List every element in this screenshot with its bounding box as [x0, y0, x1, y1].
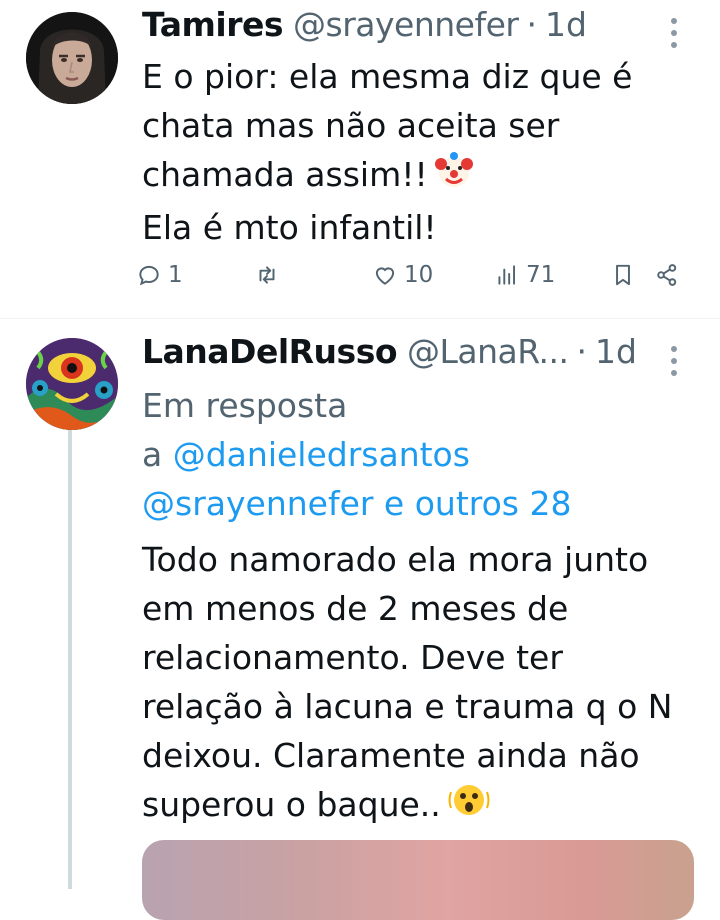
like-count: 10	[404, 262, 434, 288]
tweet-text-line: chata mas não aceita ser	[142, 106, 560, 145]
tweet-header: Tamires @srayennefer · 1d	[142, 5, 587, 44]
more-dot	[671, 30, 677, 36]
tweet-text-fragment: chamada assim!!	[142, 155, 428, 194]
separator-dot: ·	[576, 332, 587, 371]
tweet-text-fragment: superou o baque..	[142, 785, 441, 824]
retweet-icon	[259, 266, 275, 284]
username[interactable]: @LanaR...	[407, 332, 569, 371]
like-button[interactable]: 10	[372, 262, 433, 288]
bookmark-icon	[616, 264, 630, 286]
more-dot	[671, 358, 677, 364]
tweet-text: Todo namorado ela mora junto em menos de…	[142, 535, 702, 833]
reply-line: a @danieledrsantos	[142, 430, 571, 479]
more-options-button[interactable]	[670, 346, 678, 376]
views-bar-chart-icon	[498, 265, 516, 285]
tweet-text-line: relacionamento. Deve ter	[142, 638, 563, 677]
more-dot	[671, 346, 677, 352]
separator-dot: ·	[526, 5, 537, 44]
tweet-text: E o pior: ela mesma diz que é chata mas …	[142, 52, 702, 252]
timestamp[interactable]: 1d	[595, 332, 637, 371]
tweet-text-line: relação à lacuna e trauma q o N	[142, 687, 673, 726]
avatar[interactable]	[26, 338, 118, 430]
mention-link[interactable]: @srayennefer e outros 28	[142, 479, 571, 528]
tweet-media-image[interactable]	[142, 840, 694, 920]
retweet-button[interactable]	[254, 262, 286, 288]
more-options-button[interactable]	[670, 18, 678, 48]
tweet-text-line: chamada assim!!	[142, 150, 702, 203]
reply-prefix: Em resposta	[142, 386, 348, 425]
share-icon	[657, 264, 677, 286]
mention-link[interactable]: @danieledrsantos	[173, 435, 470, 474]
bookmark-button[interactable]	[610, 262, 636, 288]
replying-to: Em resposta a @danieledrsantos @srayenne…	[142, 381, 571, 528]
reply-count: 1	[168, 262, 183, 288]
tweet-text-line: superou o baque..	[142, 780, 702, 833]
tweet-text-line: E o pior: ela mesma diz que é	[142, 57, 633, 96]
reply-button[interactable]: 1	[136, 262, 183, 288]
heart-icon	[375, 267, 395, 285]
thread-connector	[68, 430, 72, 889]
more-dot	[671, 370, 677, 376]
view-count: 71	[526, 262, 556, 288]
woman-portrait-icon	[26, 12, 118, 104]
tweet-text-line: Ela é mto infantil!	[142, 208, 437, 247]
tweet-divider	[0, 318, 720, 319]
psychedelic-art-icon	[26, 338, 118, 430]
more-dot	[671, 42, 677, 48]
username[interactable]: @srayennefer	[293, 5, 519, 44]
display-name[interactable]: Tamires	[142, 5, 284, 44]
tweet-text-line: Todo namorado ela mora junto	[142, 540, 649, 579]
clown-face-icon	[434, 150, 474, 203]
reply-a: a	[142, 435, 163, 474]
display-name[interactable]: LanaDelRusso	[142, 332, 398, 371]
timestamp[interactable]: 1d	[545, 5, 587, 44]
share-button[interactable]	[654, 262, 680, 288]
avatar[interactable]	[26, 12, 118, 104]
reply-icon	[139, 265, 159, 286]
tweet-actions: 1 10 71	[136, 262, 696, 298]
tweet-text-line: em menos de 2 meses de	[142, 589, 569, 628]
tweet-text-line: deixou. Claramente ainda não	[142, 736, 640, 775]
views-button[interactable]: 71	[494, 262, 555, 288]
more-dot	[671, 18, 677, 24]
tweet-header: LanaDelRusso @LanaR... · 1d	[142, 332, 637, 371]
surprised-face-icon	[447, 780, 491, 833]
